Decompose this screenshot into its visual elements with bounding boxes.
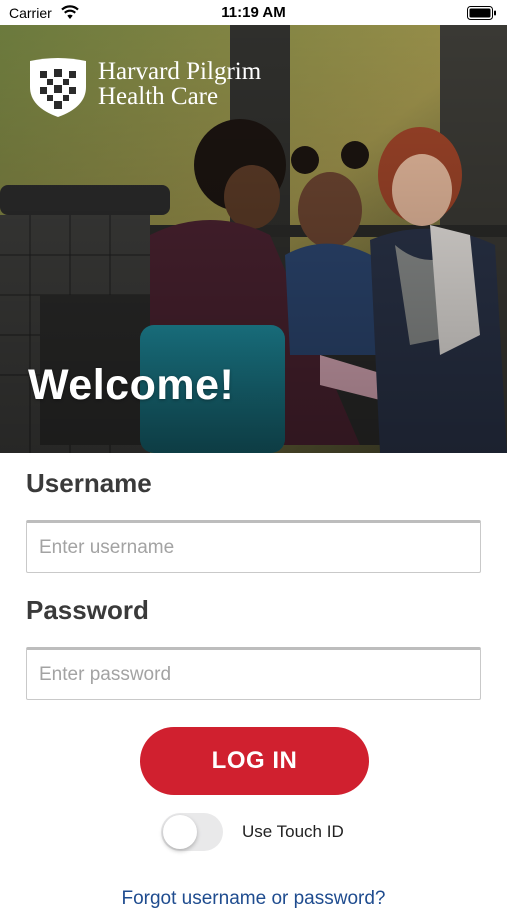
password-label: Password [26, 595, 149, 625]
toggle-knob [163, 815, 197, 849]
shield-logo-icon [30, 58, 86, 117]
username-label: Username [26, 468, 152, 498]
username-input[interactable] [26, 520, 481, 573]
touch-id-label: Use Touch ID [242, 822, 344, 841]
battery-icon [467, 6, 496, 20]
password-input[interactable] [26, 647, 481, 700]
clock: 11:19 AM [221, 4, 286, 21]
status-bar: Carrier 11:19 AM [0, 0, 507, 25]
brand-name: Harvard Pilgrim Health Care [98, 59, 261, 109]
forgot-credentials-link[interactable]: Forgot username or password? [0, 888, 507, 910]
touch-id-toggle[interactable] [161, 813, 223, 851]
brand-line-2: Health Care [98, 83, 219, 110]
brand-line-1: Harvard Pilgrim [98, 58, 262, 85]
hero-banner: Harvard Pilgrim Health Care Welcome! [0, 25, 507, 453]
login-button[interactable]: LOG IN [140, 727, 369, 795]
welcome-heading: Welcome! [28, 361, 235, 409]
